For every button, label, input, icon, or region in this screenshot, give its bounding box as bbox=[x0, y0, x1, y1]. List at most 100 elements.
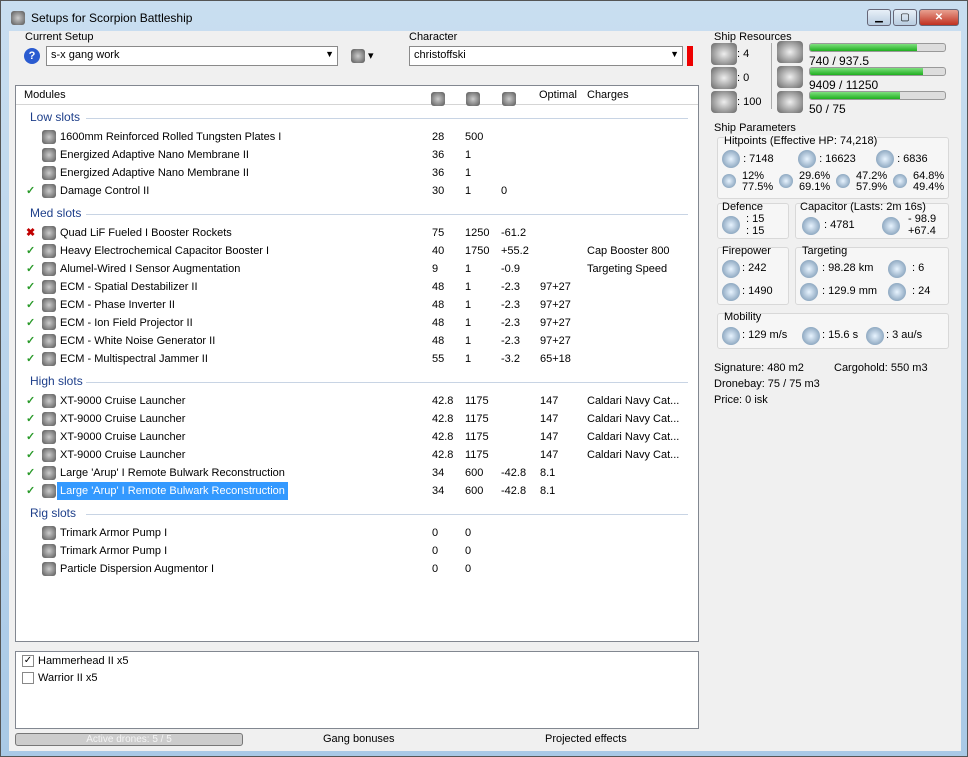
max-speed: : 129 m/s bbox=[742, 329, 788, 341]
module-name: Particle Dispersion Augmentor I bbox=[60, 563, 215, 575]
cap-value: -2.3 bbox=[501, 299, 520, 311]
module-name: Large 'Arup' I Remote Bulwark Reconstruc… bbox=[57, 482, 288, 500]
power-value: 1 bbox=[465, 299, 472, 311]
structure-icon bbox=[876, 150, 894, 168]
table-row[interactable]: ✓ XT-9000 Cruise Launcher 42.8 1175 147 Calda… bbox=[16, 392, 698, 410]
table-row[interactable]: ✓ ECM - Phase Inverter II 48 1 -2.3 97+27 bbox=[16, 296, 698, 314]
dps-icon bbox=[722, 260, 740, 278]
help-icon[interactable]: ? bbox=[24, 48, 40, 64]
dronebay: Dronebay: 75 / 75 m3 bbox=[714, 378, 820, 390]
module-name: ECM - Ion Field Projector II bbox=[60, 317, 193, 329]
resist-armor: 77.5% bbox=[742, 181, 774, 193]
defence-value-1: : 15 bbox=[746, 213, 765, 225]
check-icon: ✓ bbox=[26, 485, 36, 497]
table-row[interactable]: ✓ ECM - White Noise Generator II 48 1 -2.3 97… bbox=[16, 332, 698, 350]
checkbox-unchecked[interactable] bbox=[22, 672, 34, 685]
charges-value: Caldari Navy Cat... bbox=[587, 449, 680, 461]
cap-value: -2.3 bbox=[501, 335, 520, 347]
table-row[interactable]: Energized Adaptive Nano Membrane II 36 1 bbox=[16, 164, 698, 182]
table-row[interactable]: Energized Adaptive Nano Membrane II 36 1 bbox=[16, 146, 698, 164]
table-row[interactable]: ✓ ECM - Multispectral Jammer II 55 1 -3.2 65+… bbox=[16, 350, 698, 368]
structure-hp: : 6836 bbox=[897, 152, 928, 165]
table-row[interactable]: Particle Dispersion Augmentor I 0 0 bbox=[16, 560, 698, 578]
module-name: Trimark Armor Pump I bbox=[60, 527, 168, 539]
section-divider bbox=[86, 214, 688, 215]
maximize-button[interactable]: ▢ bbox=[893, 9, 917, 26]
table-row[interactable]: ✓ Heavy Electrochemical Capacitor Booster… bbox=[16, 242, 698, 260]
calibration: : 100 bbox=[711, 91, 761, 113]
power-value: 1 bbox=[465, 185, 472, 197]
resist-pair: 47.2% 57.9% bbox=[836, 170, 887, 193]
divider bbox=[771, 43, 772, 109]
check-icon: ✓ bbox=[26, 467, 36, 479]
defence-icon bbox=[722, 216, 740, 234]
modules-table[interactable]: Modules Optimal Charges Low slots 1600mm … bbox=[15, 85, 699, 642]
setup-tools-button[interactable]: ▾ bbox=[351, 49, 374, 64]
module-name: 1600mm Reinforced Rolled Tungsten Plates… bbox=[60, 131, 282, 143]
check-icon: ✓ bbox=[26, 185, 36, 197]
mobility-title: Mobility bbox=[724, 311, 762, 323]
projected-effects-tab[interactable]: Projected effects bbox=[545, 733, 627, 745]
module-name: XT-9000 Cruise Launcher bbox=[60, 449, 186, 461]
table-row[interactable]: ✓ Damage Control II 30 1 0 bbox=[16, 182, 698, 200]
drone-item-warrior[interactable]: Warrior II x5 bbox=[22, 672, 98, 685]
table-row[interactable]: ✓ XT-9000 Cruise Launcher 42.8 1175 147 Calda… bbox=[16, 410, 698, 428]
check-icon: ✓ bbox=[26, 431, 36, 443]
table-row[interactable]: ✖ Quad LiF Fueled I Booster Rockets 75 1250… bbox=[16, 224, 698, 242]
character-dropdown[interactable]: christoffski ▼ bbox=[409, 46, 683, 66]
chevron-down-icon: ▼ bbox=[325, 49, 334, 59]
turret-icon bbox=[711, 43, 737, 65]
power-value: 1175 bbox=[465, 413, 489, 425]
targeting-range: : 98.28 km bbox=[822, 262, 874, 274]
setup-dropdown[interactable]: s-x gang work ▼ bbox=[46, 46, 338, 66]
close-button[interactable]: ✕ bbox=[919, 9, 959, 26]
optimal-value: 97+27 bbox=[540, 299, 571, 311]
cpu-value: 48 bbox=[432, 299, 445, 311]
table-row[interactable]: ✓ Alumel-Wired I Sensor Augmentation 9 1 -0.… bbox=[16, 260, 698, 278]
client-area: Current Setup ? s-x gang work ▼ ▾ Charact… bbox=[9, 31, 961, 751]
optimal-value: 8.1 bbox=[540, 467, 556, 479]
damage-type-icon bbox=[893, 174, 907, 188]
cpu-bar bbox=[809, 43, 946, 52]
table-row[interactable]: ✓ XT-9000 Cruise Launcher 42.8 1175 147 Calda… bbox=[16, 428, 698, 446]
damage-type-icon bbox=[722, 174, 736, 188]
table-row[interactable]: 1600mm Reinforced Rolled Tungsten Plates… bbox=[16, 128, 698, 146]
section-divider bbox=[86, 382, 688, 383]
header-optimal[interactable]: Optimal bbox=[539, 89, 577, 101]
table-row[interactable]: Trimark Armor Pump I 0 0 bbox=[16, 524, 698, 542]
drone-bandwidth-value: 50 / 75 bbox=[809, 102, 846, 116]
firepower-group: Firepower : 242 : 1490 bbox=[717, 245, 789, 305]
cpu-value: 75 bbox=[432, 227, 445, 239]
cap-value: -42.8 bbox=[501, 485, 527, 497]
table-row[interactable]: ✓ ECM - Ion Field Projector II 48 1 -2.3 97+2… bbox=[16, 314, 698, 332]
check-icon: ✓ bbox=[26, 263, 36, 275]
drone-item-hammerhead[interactable]: ✓ Hammerhead II x5 bbox=[22, 655, 128, 668]
cap-value: 0 bbox=[501, 185, 508, 197]
table-row[interactable]: ✓ XT-9000 Cruise Launcher 42.8 1175 147 Calda… bbox=[16, 446, 698, 464]
cap-regen: +67.4 bbox=[908, 225, 936, 237]
module-name: Quad LiF Fueled I Booster Rockets bbox=[60, 227, 232, 239]
cpu-value: 48 bbox=[432, 281, 445, 293]
price: Price: 0 isk bbox=[714, 394, 768, 406]
header-modules[interactable]: Modules bbox=[24, 89, 66, 101]
table-row[interactable]: ✓ ECM - Spatial Destabilizer II 48 1 -2.3 97+… bbox=[16, 278, 698, 296]
cpu-value: 40 bbox=[432, 245, 445, 257]
minimize-button[interactable]: ▁ bbox=[867, 9, 891, 26]
resist-armor: 57.9% bbox=[856, 181, 888, 193]
cap-value: -2.3 bbox=[501, 281, 520, 293]
character-label: Character bbox=[409, 31, 458, 43]
charges-value: Caldari Navy Cat... bbox=[587, 413, 680, 425]
drone-list[interactable]: ✓ Hammerhead II x5 Warrior II x5 bbox=[15, 651, 699, 729]
header-charges[interactable]: Charges bbox=[587, 89, 629, 101]
checkbox-checked[interactable]: ✓ bbox=[22, 655, 34, 668]
table-header: Modules Optimal Charges bbox=[16, 86, 698, 106]
table-row[interactable]: ✓ Large 'Arup' I Remote Bulwark Reconstru… bbox=[16, 464, 698, 482]
cpu-value: 0 bbox=[432, 563, 439, 575]
power-value: 600 bbox=[465, 467, 484, 479]
tools-icon bbox=[351, 49, 365, 64]
table-row[interactable]: Trimark Armor Pump I 0 0 bbox=[16, 542, 698, 560]
table-row[interactable]: ✓ Large 'Arup' I Remote Bulwark Reconstru… bbox=[16, 482, 698, 500]
shield-hp: : 7148 bbox=[743, 152, 774, 165]
cpu-value: 0 bbox=[432, 527, 439, 539]
gang-bonuses-tab[interactable]: Gang bonuses bbox=[323, 733, 395, 745]
